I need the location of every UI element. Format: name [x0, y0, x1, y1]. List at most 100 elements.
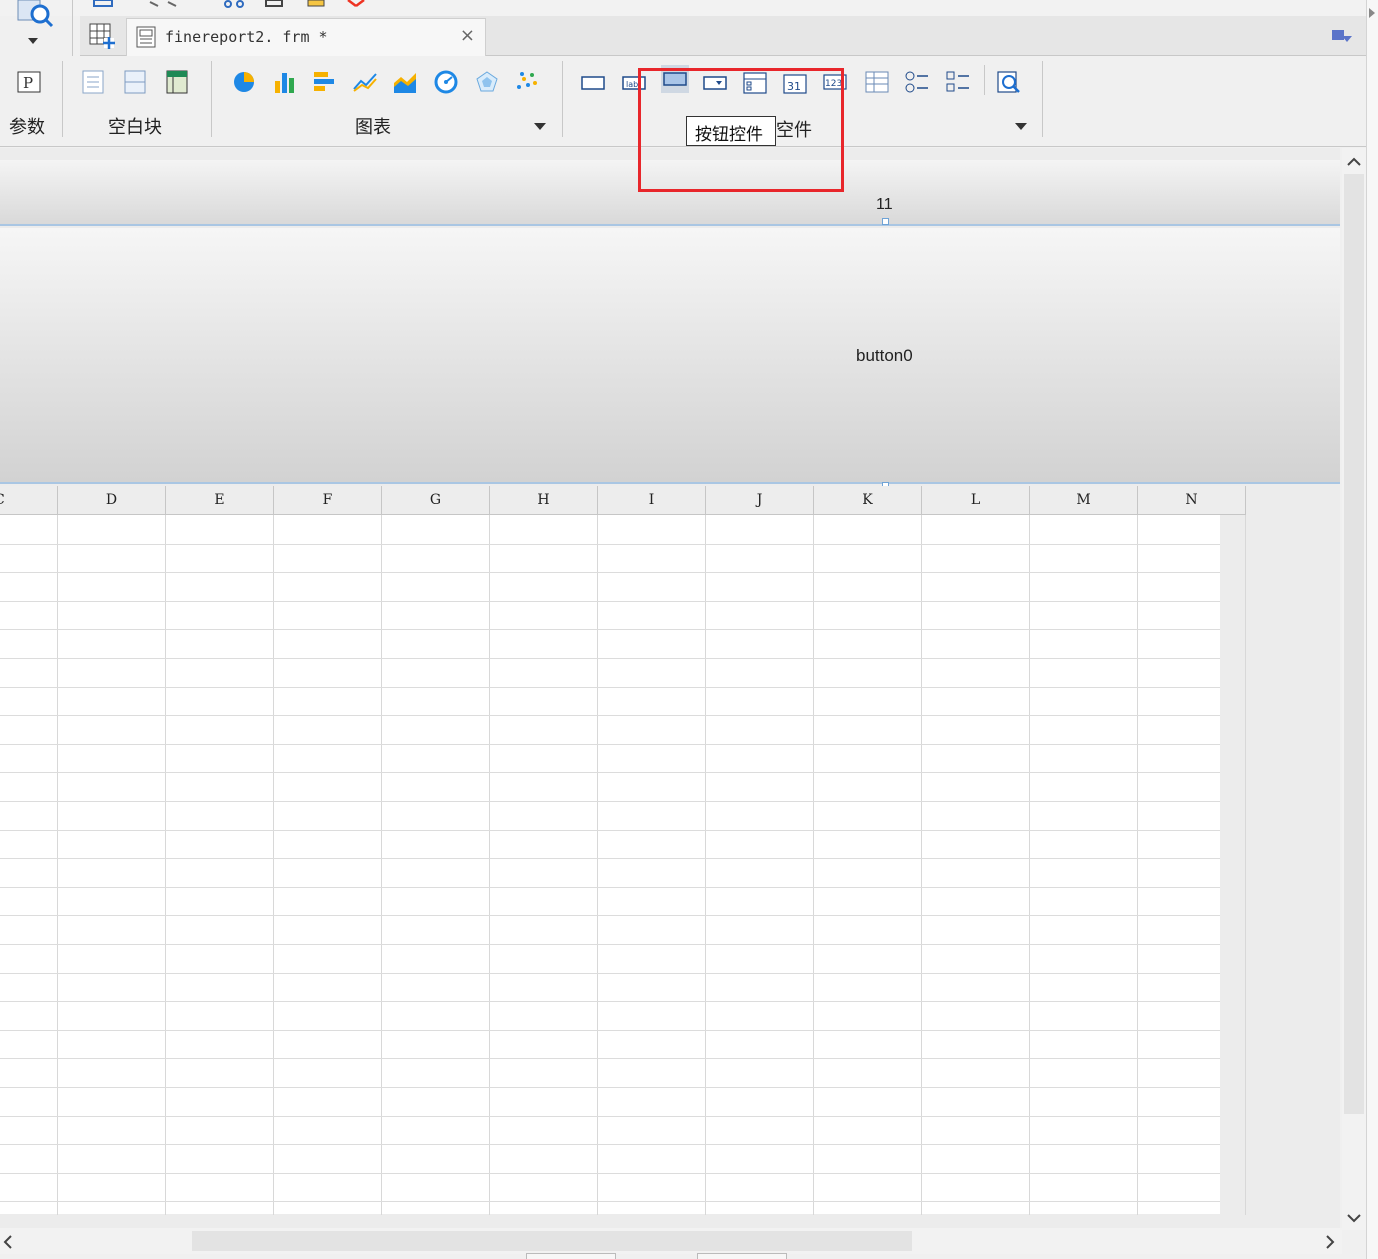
new-sheet-icon[interactable]	[88, 22, 116, 50]
grid-column-line	[1137, 515, 1138, 1215]
grid-row-line	[0, 687, 1220, 688]
ribbon-divider	[1042, 61, 1043, 137]
chevron-down-icon[interactable]	[28, 38, 38, 44]
grid-row-line	[0, 1144, 1220, 1145]
preview-tool[interactable]	[0, 0, 72, 56]
svg-text:lab: lab	[626, 80, 638, 89]
tab-bar: finereport2. frm * ×	[80, 16, 1378, 56]
grid-row-line	[0, 744, 1220, 745]
scroll-down-icon[interactable]	[1346, 1212, 1362, 1224]
column-header-d[interactable]: D	[58, 486, 166, 515]
delete-icon[interactable]	[344, 0, 368, 8]
horizontal-scrollbar[interactable]	[0, 1228, 1342, 1254]
chart-more-dropdown-icon[interactable]	[534, 123, 546, 130]
grid-column-line	[921, 515, 922, 1215]
grid-row-line	[0, 1116, 1220, 1117]
blank-block-icon[interactable]	[80, 69, 106, 95]
column-header-i[interactable]: I	[598, 486, 706, 515]
column-header-g[interactable]: G	[382, 486, 490, 515]
line-chart-icon[interactable]	[352, 69, 378, 95]
grid-row-line	[0, 772, 1220, 773]
ribbon-divider	[984, 65, 985, 95]
group-label-param: 参数	[9, 117, 45, 138]
grid-row-line	[0, 715, 1220, 716]
sheet-tab[interactable]	[697, 1253, 787, 1259]
sheet-tab[interactable]	[526, 1253, 616, 1259]
column-header-m[interactable]: M	[1030, 486, 1138, 515]
horizontal-scroll-thumb[interactable]	[192, 1231, 912, 1251]
bar-chart-icon[interactable]	[272, 69, 298, 95]
grid-column-line	[165, 515, 166, 1215]
undo-icon[interactable]	[148, 0, 178, 8]
grid-row-line	[0, 572, 1220, 573]
group-label-blank: 空白块	[108, 117, 162, 138]
vertical-scrollbar[interactable]	[1342, 148, 1366, 1230]
radar-chart-icon[interactable]	[474, 69, 500, 95]
ribbon-divider	[62, 61, 63, 137]
grid-row-line	[0, 801, 1220, 802]
grid-column-line	[813, 515, 814, 1215]
column-header-f[interactable]: F	[274, 486, 382, 515]
table-widget-icon[interactable]	[864, 69, 890, 95]
grid-row-line	[0, 629, 1220, 630]
grid-row-line	[0, 1058, 1220, 1059]
area-chart-icon[interactable]	[392, 69, 418, 95]
grid-column-line	[273, 515, 274, 1215]
save-icon[interactable]	[92, 0, 114, 8]
paste-icon[interactable]	[302, 0, 328, 8]
checkbox-group-icon[interactable]	[945, 69, 971, 95]
grid-column-line	[1029, 515, 1030, 1215]
search-widget-icon[interactable]	[996, 69, 1022, 95]
scroll-left-icon[interactable]	[2, 1234, 14, 1250]
grid-row-line	[0, 887, 1220, 888]
quick-toolbar	[0, 0, 1378, 16]
horizontal-bar-icon[interactable]	[312, 69, 338, 95]
column-header-c[interactable]: C	[0, 486, 58, 515]
grid-row-line	[0, 1087, 1220, 1088]
expand-panel-icon[interactable]	[1369, 8, 1375, 18]
column-header-j[interactable]: J	[706, 486, 814, 515]
designer-window: finereport2. frm * × P 参数 空白块 图表 lab 31 …	[0, 0, 1378, 1259]
tab-label: finereport2. frm *	[165, 28, 328, 46]
column-header-k[interactable]: K	[814, 486, 922, 515]
button-widget-label: button0	[856, 346, 913, 365]
tab-finereport2[interactable]: finereport2. frm * ×	[126, 18, 486, 56]
column-header-h[interactable]: H	[490, 486, 598, 515]
preview-search-icon[interactable]	[16, 0, 56, 28]
grid-row-line	[0, 1201, 1220, 1202]
grid-row-line	[0, 858, 1220, 859]
grid-column-line	[1245, 515, 1246, 1215]
pie-chart-icon[interactable]	[232, 69, 258, 95]
tab-block-icon[interactable]	[164, 69, 190, 95]
split-block-icon[interactable]	[122, 69, 148, 95]
grid-row-line	[0, 830, 1220, 831]
grid-row-line	[0, 944, 1220, 945]
parameter-icon[interactable]: P	[16, 69, 42, 95]
button-widget[interactable]: button0	[0, 228, 1340, 489]
toolbar-divider	[72, 0, 73, 56]
gauge-chart-icon[interactable]	[433, 69, 459, 95]
menu-dropdown-icon[interactable]	[1330, 26, 1354, 46]
ribbon-divider	[562, 61, 563, 137]
grid-row-line	[0, 1173, 1220, 1174]
radio-group-icon[interactable]	[904, 69, 930, 95]
scroll-right-icon[interactable]	[1324, 1234, 1336, 1250]
scatter-chart-icon[interactable]	[514, 69, 540, 95]
ruler-number: 11	[876, 196, 893, 213]
widget-more-dropdown-icon[interactable]	[1015, 123, 1027, 130]
group-label-chart: 图表	[355, 117, 391, 138]
report-sheet[interactable]: CDEFGHIJKLMN	[0, 486, 1246, 1231]
close-icon[interactable]: ×	[460, 25, 475, 46]
scroll-up-icon[interactable]	[1346, 156, 1362, 168]
resize-handle[interactable]	[882, 218, 889, 225]
grid-column-line	[57, 515, 58, 1215]
cut-icon[interactable]	[222, 0, 248, 8]
grid-row-line	[0, 915, 1220, 916]
copy-icon[interactable]	[262, 0, 288, 8]
ribbon-divider	[211, 61, 212, 137]
column-header-l[interactable]: L	[922, 486, 1030, 515]
column-header-n[interactable]: N	[1138, 486, 1246, 515]
text-widget-icon[interactable]	[580, 69, 606, 95]
column-header-e[interactable]: E	[166, 486, 274, 515]
vertical-scroll-thumb[interactable]	[1344, 174, 1364, 1114]
